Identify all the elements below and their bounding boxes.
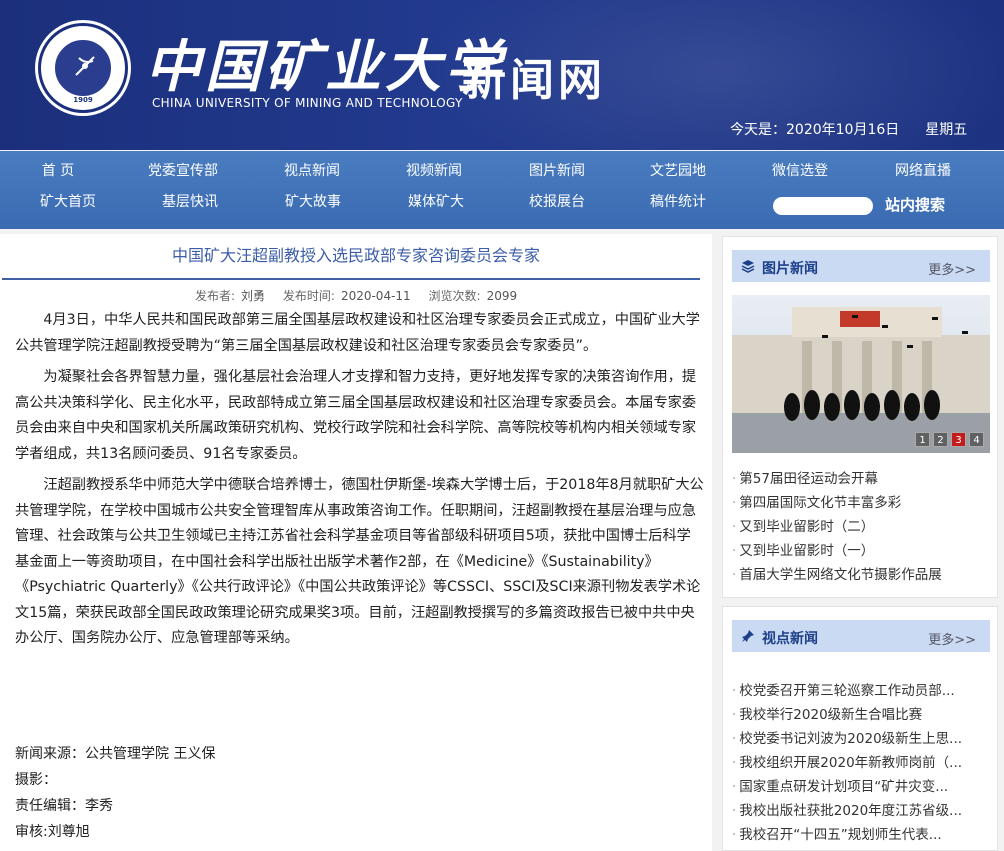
seal-year: 1909 bbox=[73, 96, 93, 104]
credit-source: 新闻来源：公共管理学院 王义保 bbox=[15, 746, 216, 762]
list-item[interactable]: · 又到毕业留影时（一） bbox=[732, 539, 990, 563]
current-weekday: 星期五 bbox=[925, 122, 968, 138]
pager-dot-1[interactable]: 1 bbox=[915, 432, 930, 447]
pager-dot-2[interactable]: 2 bbox=[933, 432, 948, 447]
seal-emblem bbox=[53, 38, 113, 98]
article-paragraph: 汪超副教授系华中师范大学中德联合培养博士，德国杜伊斯堡-埃森大学博士后，于201… bbox=[15, 477, 704, 646]
nav-item-grassroots[interactable]: 基层快讯 bbox=[135, 191, 245, 211]
article-paragraph: 4月3日，中华人民共和国民政部第三届全国基层政权建设和社区治理专家委员会正式成立… bbox=[15, 312, 700, 354]
date-display: 今天是：2020年10月16日 星期五 bbox=[730, 119, 993, 139]
photo-pager: 1 2 3 4 bbox=[915, 432, 984, 447]
list-item[interactable]: · 校党委召开第三轮巡察工作动员部... bbox=[732, 679, 990, 703]
viewpoint-news-more-link[interactable]: 更多>> bbox=[928, 629, 976, 648]
pager-dot-3[interactable]: 3 bbox=[951, 432, 966, 447]
pager-dot-4[interactable]: 4 bbox=[969, 432, 984, 447]
credit-review: 审核:刘尊旭 bbox=[15, 824, 90, 840]
graduation-photo[interactable]: 1 2 3 4 bbox=[732, 295, 990, 453]
site-name: 新闻网 bbox=[462, 55, 606, 106]
nav-item-viewpoint[interactable]: 视点新闻 bbox=[257, 160, 367, 180]
time-value: 2020-04-11 bbox=[340, 289, 411, 303]
nav-item-wechat[interactable]: 微信选登 bbox=[745, 160, 855, 180]
title-divider bbox=[2, 278, 700, 280]
article-meta: 发布者: 刘勇 发布时间: 2020-04-11 浏览次数: 2099 bbox=[195, 287, 531, 304]
nav-item-arts[interactable]: 文艺园地 bbox=[623, 160, 733, 180]
photo-news-list: · 第57届田径运动会开幕 · 第四届国际文化节丰富多彩 · 又到毕业留影时（二） ·… bbox=[732, 467, 990, 587]
viewpoint-news-title: 视点新闻 bbox=[762, 631, 818, 647]
graduation-photo-image bbox=[732, 295, 990, 453]
viewpoint-news-header: 视点新闻 更多>> bbox=[732, 620, 990, 652]
author-label: 发布者: bbox=[195, 289, 236, 303]
pushpin-icon bbox=[742, 630, 754, 642]
search-input[interactable] bbox=[773, 197, 873, 215]
article-credits: 新闻来源：公共管理学院 王义保 摄影： 责任编辑：李秀 审核:刘尊旭 bbox=[15, 741, 215, 845]
nav-item-stories[interactable]: 矿大故事 bbox=[258, 191, 368, 211]
university-name-cn: 中国矿业大学 bbox=[145, 34, 505, 100]
photo-news-panel: 图片新闻 更多>> 1 2 3 4 · 第57届田径运动会开幕 · 第四届国际文… bbox=[722, 236, 998, 598]
list-item[interactable]: · 我校出版社获批2020年度江苏省级... bbox=[732, 799, 990, 823]
photo-news-header: 图片新闻 更多>> bbox=[732, 250, 990, 282]
author-value: 刘勇 bbox=[241, 289, 266, 303]
nav-item-media[interactable]: 媒体矿大 bbox=[381, 191, 491, 211]
layers-icon bbox=[741, 260, 755, 273]
nav-row-primary: 首 页 党委宣传部 视点新闻 视频新闻 图片新闻 文艺园地 微信选登 网络直播 bbox=[0, 160, 1004, 190]
nav-item-video[interactable]: 视频新闻 bbox=[379, 160, 489, 180]
credit-editor: 责任编辑：李秀 bbox=[15, 798, 113, 814]
university-name-en: CHINA UNIVERSITY OF MINING AND TECHNOLOG… bbox=[152, 96, 463, 110]
university-seal-logo[interactable]: 1909 bbox=[38, 23, 128, 113]
pickaxe-icon bbox=[75, 56, 95, 76]
viewpoint-news-panel: 视点新闻 更多>> · 校党委召开第三轮巡察工作动员部... · 我校举行2020级… bbox=[722, 606, 998, 851]
time-label: 发布时间: bbox=[282, 289, 335, 303]
list-item[interactable]: · 国家重点研发计划项目“矿井灾变... bbox=[732, 775, 990, 799]
article-panel: 中国矿大汪超副教授入选民政部专家咨询委员会专家 发布者: 刘勇 发布时间: 2020… bbox=[0, 234, 712, 851]
nav-item-stats[interactable]: 稿件统计 bbox=[623, 191, 733, 211]
list-item[interactable]: · 校党委书记刘波为2020级新生上思... bbox=[732, 727, 990, 751]
list-item[interactable]: · 第57届田径运动会开幕 bbox=[732, 467, 990, 491]
search-button[interactable]: 站内搜索 bbox=[885, 194, 945, 215]
main-nav: 首 页 党委宣传部 视点新闻 视频新闻 图片新闻 文艺园地 微信选登 网络直播 … bbox=[0, 151, 1004, 229]
views-label: 浏览次数: bbox=[428, 289, 481, 303]
list-item[interactable]: · 我校组织开展2020年新教师岗前（... bbox=[732, 751, 990, 775]
viewpoint-news-list: · 校党委召开第三轮巡察工作动员部... · 我校举行2020级新生合唱比赛 · 校党… bbox=[732, 679, 990, 847]
list-item[interactable]: · 我校举行2020级新生合唱比赛 bbox=[732, 703, 990, 727]
list-item[interactable]: · 第四届国际文化节丰富多彩 bbox=[732, 491, 990, 515]
article-body: 4月3日，中华人民共和国民政部第三届全国基层政权建设和社区治理专家委员会正式成立… bbox=[15, 308, 705, 658]
nav-item-photo[interactable]: 图片新闻 bbox=[502, 160, 612, 180]
current-date: 今天是：2020年10月16日 bbox=[730, 122, 900, 138]
nav-item-home[interactable]: 首 页 bbox=[3, 160, 113, 180]
site-header: 1909 中国矿业大学 CHINA UNIVERSITY OF MINING A… bbox=[0, 0, 1004, 150]
list-item[interactable]: · 首届大学生网络文化节摄影作品展 bbox=[732, 563, 990, 587]
nav-item-live[interactable]: 网络直播 bbox=[868, 160, 978, 180]
photo-news-more-link[interactable]: 更多>> bbox=[928, 259, 976, 278]
views-value: 2099 bbox=[486, 289, 518, 303]
photo-news-title: 图片新闻 bbox=[762, 261, 818, 277]
nav-item-cumt-home[interactable]: 矿大首页 bbox=[13, 191, 123, 211]
list-item[interactable]: · 我校召开“十四五”规划师生代表... bbox=[732, 823, 990, 847]
nav-item-propaganda[interactable]: 党委宣传部 bbox=[128, 160, 238, 180]
nav-item-paper[interactable]: 校报展台 bbox=[502, 191, 612, 211]
list-item[interactable]: · 又到毕业留影时（二） bbox=[732, 515, 990, 539]
article-title: 中国矿大汪超副教授入选民政部专家咨询委员会专家 bbox=[171, 246, 540, 265]
article-paragraph: 为凝聚社会各界智慧力量，强化基层社会治理人才支撑和智力支持，更好地发挥专家的决策… bbox=[15, 369, 697, 462]
credit-photo: 摄影： bbox=[15, 772, 57, 788]
